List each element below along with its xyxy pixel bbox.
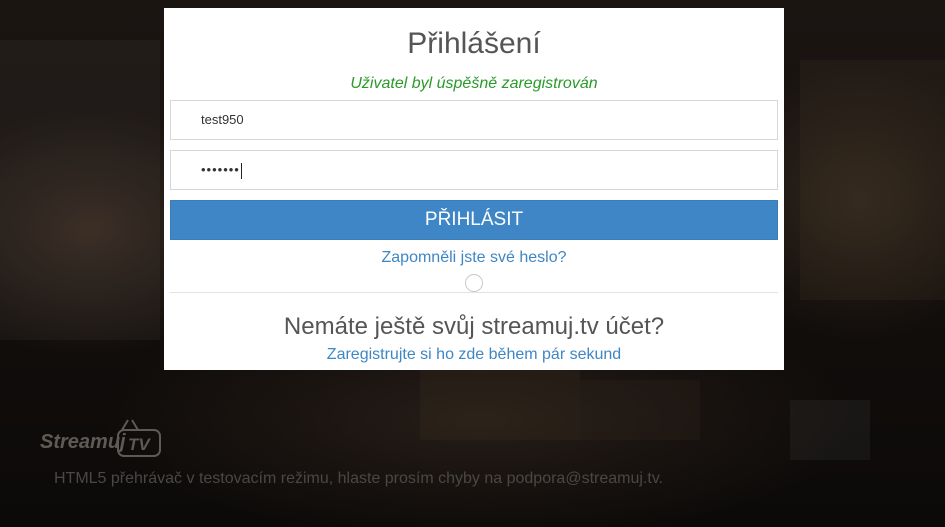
username-input[interactable]: test950 bbox=[170, 100, 778, 140]
register-link[interactable]: Zaregistrujte si ho zde během pár sekund bbox=[170, 345, 778, 365]
background-shape bbox=[420, 370, 580, 440]
logo-text: Streamuj bbox=[40, 431, 126, 453]
beta-notice: HTML5 přehrávač v testovacím režimu, hla… bbox=[54, 470, 664, 487]
background-shape bbox=[580, 380, 700, 440]
background-shape bbox=[800, 60, 945, 300]
password-value: ••••••• bbox=[201, 162, 240, 177]
streamuj-logo: Streamuj TV bbox=[38, 416, 168, 460]
login-modal: Přihlášení Uživatel byl úspěšně zaregist… bbox=[164, 8, 784, 370]
divider bbox=[170, 292, 778, 293]
password-input[interactable]: ••••••• bbox=[170, 150, 778, 190]
loading-spinner-icon bbox=[465, 274, 483, 292]
success-message: Uživatel byl úspěšně zaregistrován bbox=[350, 75, 598, 92]
background-shape bbox=[0, 40, 160, 340]
forgot-password-link[interactable]: Zapomněli jste své heslo? bbox=[170, 248, 778, 268]
text-caret bbox=[240, 162, 242, 179]
logo-badge: TV bbox=[128, 435, 151, 454]
background-shape bbox=[790, 400, 870, 460]
page-title: Přihlášení bbox=[407, 27, 541, 60]
login-button[interactable]: PŘIHLÁSIT bbox=[170, 200, 778, 240]
username-value: test950 bbox=[201, 112, 244, 127]
no-account-heading: Nemáte ještě svůj streamuj.tv účet? bbox=[283, 313, 665, 340]
